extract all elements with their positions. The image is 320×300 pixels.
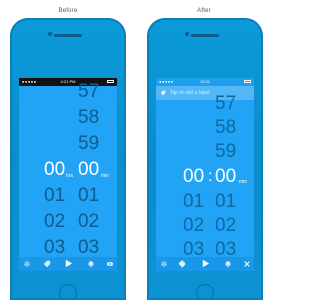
play-icon[interactable] [201,259,210,268]
selected-minutes[interactable]: 00 [215,167,236,186]
status-time: 19:21 [199,79,210,84]
minutes-row-01: 01 [78,185,100,206]
bottom-toolbar [156,257,254,271]
home-button[interactable] [59,284,77,300]
selected-hours[interactable]: 00 [44,160,65,179]
home-button[interactable] [196,284,214,300]
before-screen: ●●●●● 4:21 PM 57 58 59 00 hrs 00 min 01 … [19,78,117,271]
minutes-unit: min [101,173,110,179]
minutes-row-02: 02 [78,211,100,232]
status-time: 4:21 PM [60,79,76,84]
minutes-row-59: 59 [215,141,237,162]
tag-icon[interactable] [43,260,51,268]
minutes-row-59: 59 [78,133,100,154]
time-separator: : [208,168,213,185]
label-placeholder: Tap to add a label [170,90,210,96]
minutes-row-58: 58 [215,117,237,138]
bottom-toolbar [19,257,117,271]
hours-row-03: 03 [44,237,66,258]
minutes-row-58: 58 [78,107,100,128]
hours-row-01: 01 [44,185,66,206]
status-bar: ●●●●● 19:21 [156,78,254,86]
camera [185,32,189,36]
status-bar: ●●●●● 4:21 PM [19,78,117,86]
hours-row-02: 02 [183,215,205,236]
speaker [191,34,219,37]
minutes-row-03: 03 [78,237,100,258]
minutes-row-01: 01 [215,191,237,212]
play-icon[interactable] [64,259,73,268]
tag-icon [160,90,166,96]
gear-icon[interactable] [23,260,31,268]
camera [48,32,52,36]
selected-hours[interactable]: 00 [183,167,204,186]
close-icon[interactable] [243,260,251,268]
after-screen: ●●●●● 19:21 Tap to add a label 57 58 59 … [156,78,254,271]
eye-icon[interactable] [106,260,114,268]
after-phone: ●●●●● 19:21 Tap to add a label 57 58 59 … [147,18,263,300]
gear-icon[interactable] [160,260,168,268]
selected-minutes[interactable]: 00 [78,160,99,179]
tags-icon[interactable] [178,260,186,268]
battery-icon [107,80,114,83]
hours-row-01: 01 [183,191,205,212]
before-caption: Before [58,8,78,14]
minutes-unit: min [239,179,248,185]
bell-icon[interactable] [87,260,95,268]
minutes-row-02: 02 [215,215,237,236]
battery-icon [244,80,251,83]
minutes-row-57: 57 [78,81,100,102]
label-field[interactable]: Tap to add a label [156,86,254,100]
bell-icon[interactable] [224,260,232,268]
hours-row-02: 02 [44,211,66,232]
hours-unit: hrs [66,173,73,179]
before-phone: ●●●●● 4:21 PM 57 58 59 00 hrs 00 min 01 … [10,18,126,300]
speaker [54,34,82,37]
minutes-row-57: 57 [215,93,237,114]
after-caption: After [197,8,211,14]
